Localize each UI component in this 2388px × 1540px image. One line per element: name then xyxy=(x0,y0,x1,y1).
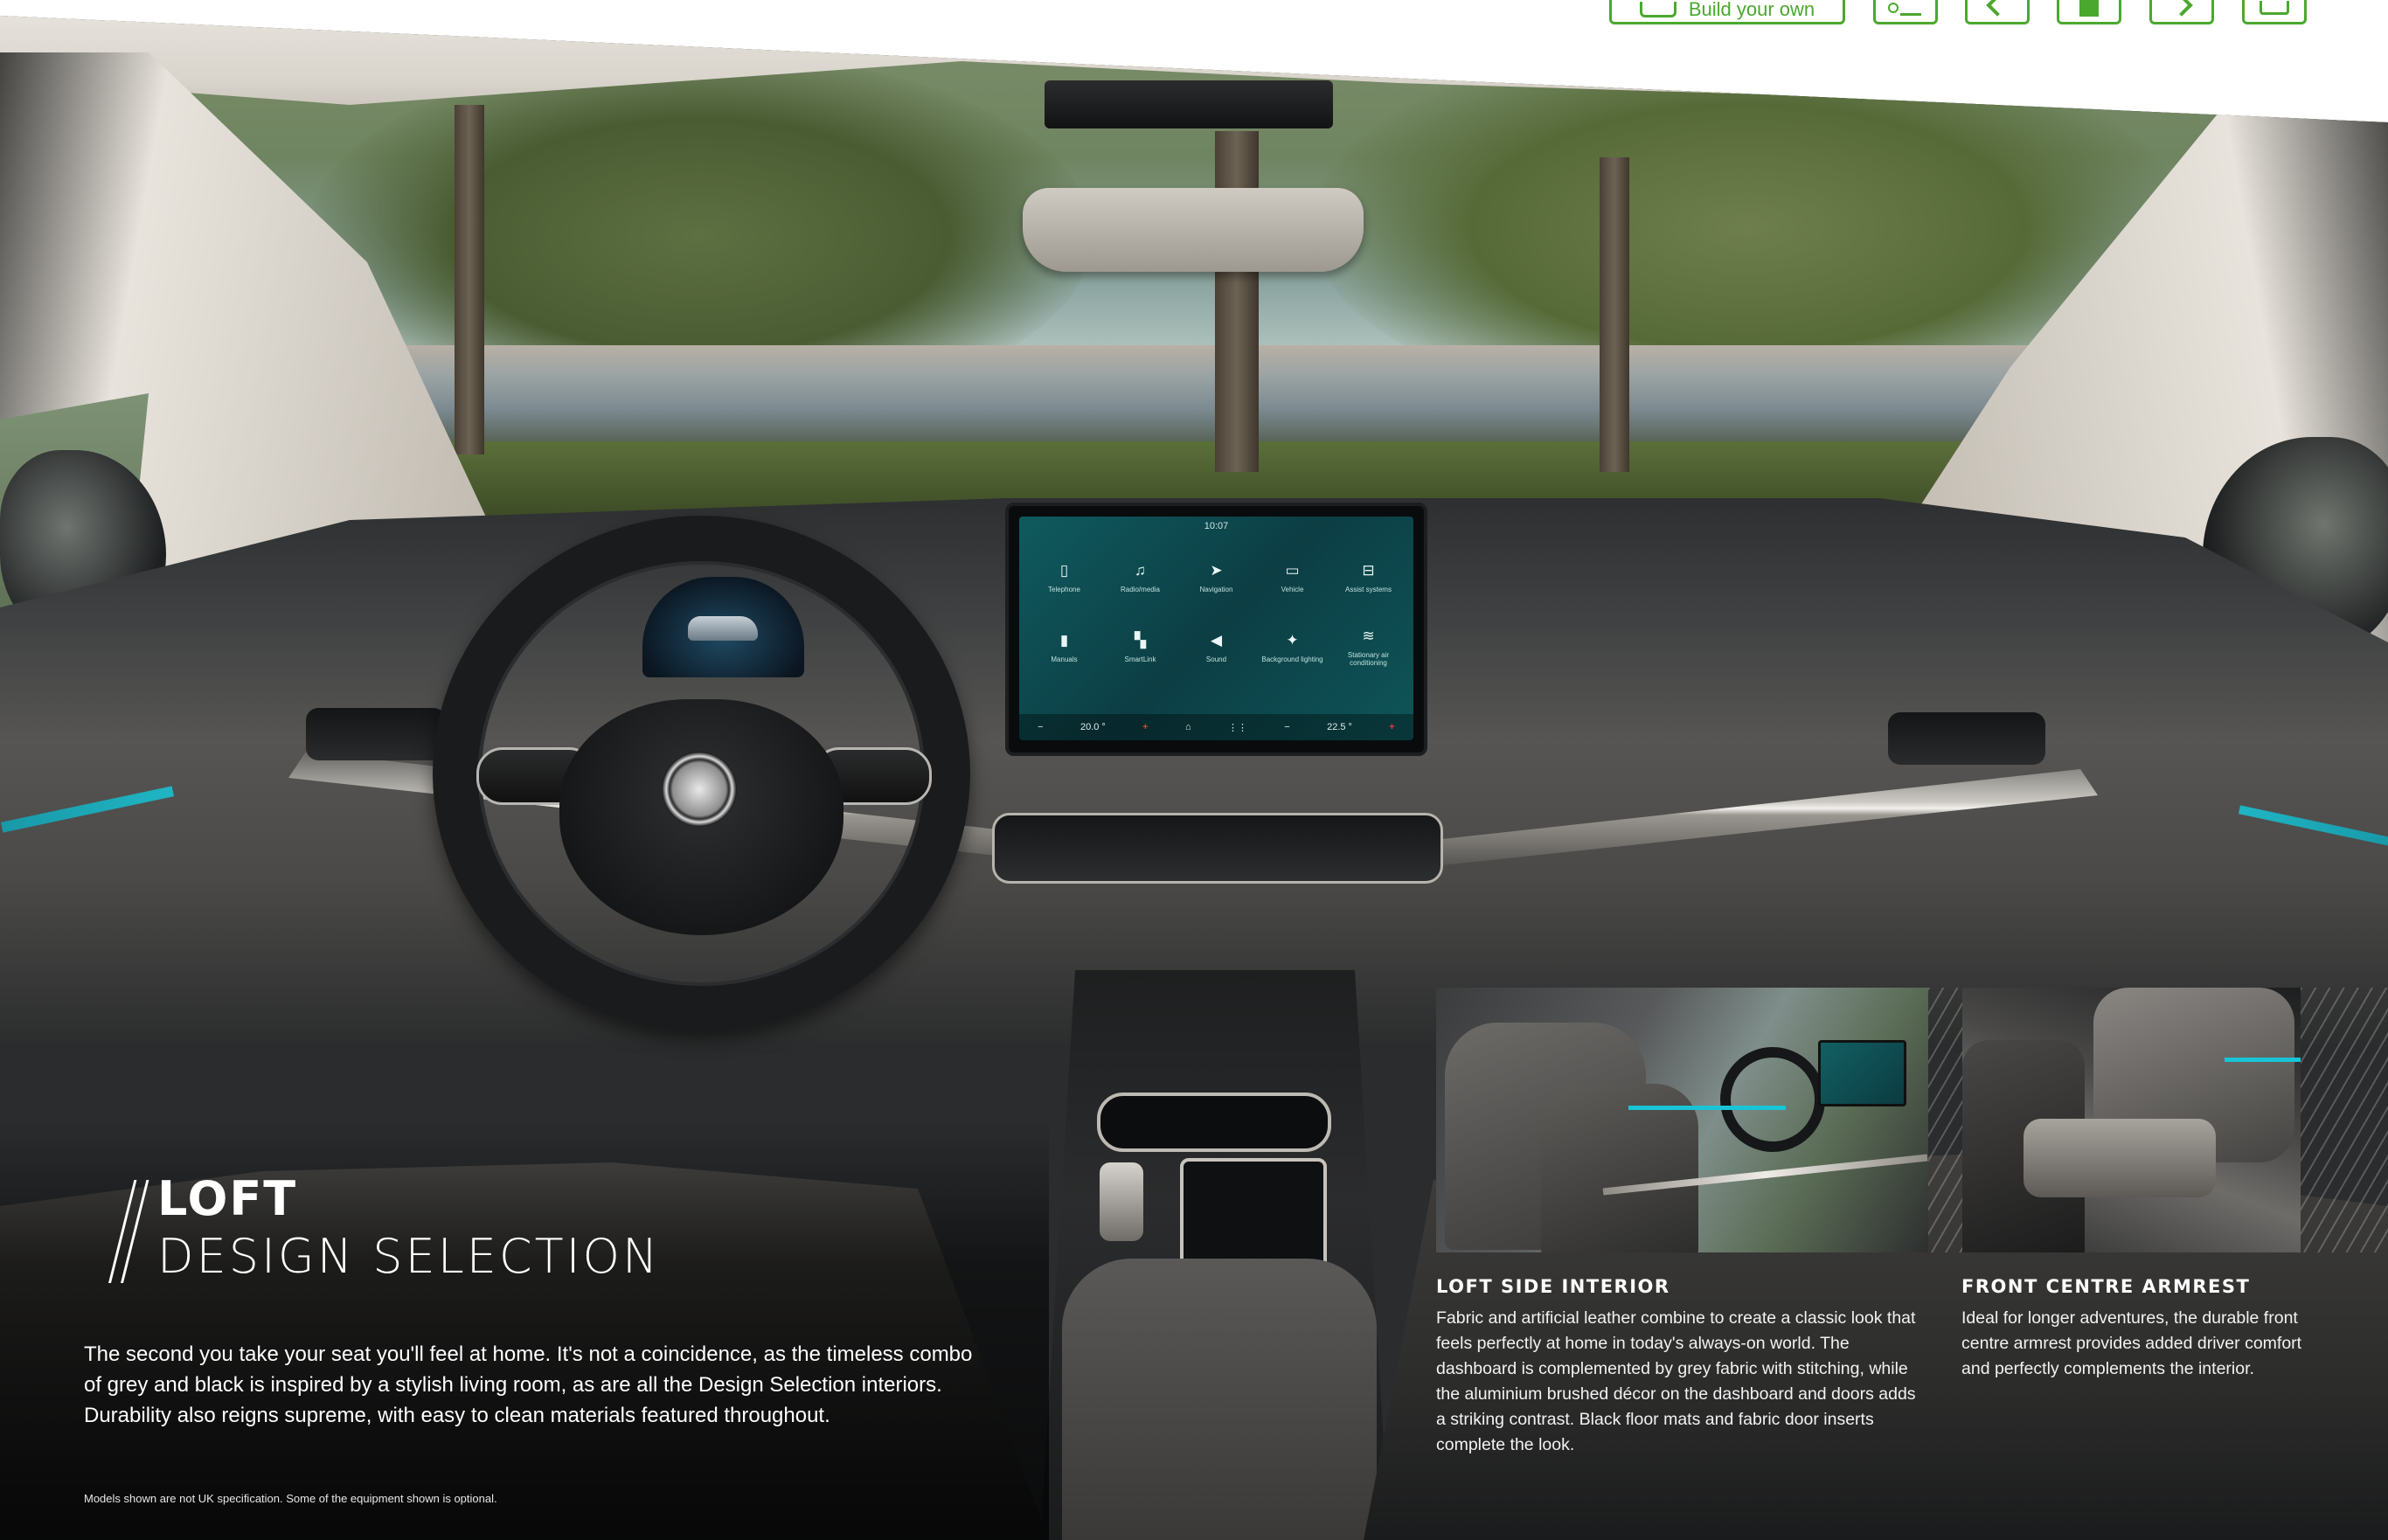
assist-icon: ⊟ xyxy=(1362,561,1375,579)
screen-tile-navigation: ➤ Navigation xyxy=(1199,561,1233,593)
air-vent-left xyxy=(306,708,446,760)
screen-menu-grid: ▯ Telephone ♫ Radio/media ➤ Navigation ▭ Veh… xyxy=(1026,543,1406,683)
ambient-light xyxy=(2225,1058,2301,1062)
temp-left: 20.0 ° xyxy=(1079,722,1106,732)
overhead-console xyxy=(1045,80,1333,128)
disclaimer: Models shown are not UK specification. S… xyxy=(84,1492,497,1505)
intro-paragraph: The second you take your seat you'll fee… xyxy=(84,1342,973,1427)
screen-tile-lighting: ✦ Background lighting xyxy=(1261,631,1323,663)
print-button[interactable] xyxy=(2242,0,2307,24)
screen-status-bar: 10:07 xyxy=(1019,517,1413,536)
climate-bar: − 20.0 ° + ⌂ ⋮⋮ − 22.5 ° + xyxy=(1019,714,1413,740)
chevron-left-icon xyxy=(1986,0,2009,17)
decorative-hatch xyxy=(2301,988,2388,1252)
air-vent-centre xyxy=(992,813,1443,884)
phone-icon: ▯ xyxy=(1059,561,1069,579)
thumbnail-side-interior xyxy=(1436,988,1928,1252)
caption-heading-side-interior: LOFT SIDE INTERIOR xyxy=(1436,1276,1670,1297)
plus-icon: + xyxy=(1389,722,1395,732)
decorative-hatch xyxy=(1928,988,1962,1252)
contents-button[interactable] xyxy=(1873,0,1938,24)
grid-icon: ⋮⋮ xyxy=(1227,722,1247,733)
screen-shape xyxy=(1818,1040,1906,1106)
minus-icon: − xyxy=(1284,722,1290,732)
cupholders xyxy=(1097,1093,1331,1152)
build-your-own-button[interactable]: Build your own xyxy=(1609,0,1845,24)
screen-tile-vehicle: ▭ Vehicle xyxy=(1281,561,1304,593)
screen-tile-assist: ⊟ Assist systems xyxy=(1345,561,1392,593)
screen-tile-sound: ◀ Sound xyxy=(1205,631,1227,663)
screen-tile-aircon: ≋ Stationary air conditioning xyxy=(1347,628,1390,668)
car-icon: ▭ xyxy=(1285,561,1300,579)
infotainment-screen: 10:07 ▯ Telephone ♫ Radio/media ➤ Navigatio… xyxy=(1005,503,1427,756)
tree-trunk xyxy=(455,105,484,454)
title-slashes-icon xyxy=(82,1180,149,1283)
screen-clock: 10:07 xyxy=(1204,521,1229,531)
steering-wheel-shape xyxy=(1720,1047,1825,1152)
air-vent-right xyxy=(1888,712,2045,765)
temp-right: 22.5 ° xyxy=(1327,722,1352,732)
screen-tile-manuals: ▮ Manuals xyxy=(1051,631,1078,663)
sound-icon: ◀ xyxy=(1210,631,1223,649)
lighting-icon: ✦ xyxy=(1286,631,1299,649)
tree-trunk xyxy=(1215,131,1259,472)
build-your-own-label: Build your own xyxy=(1688,0,1815,20)
centre-armrest xyxy=(1062,1259,1377,1540)
caption-heading-armrest: FRONT CENTRE ARMREST xyxy=(1961,1276,2251,1297)
manuals-icon: ▮ xyxy=(1059,631,1069,649)
armrest-shape xyxy=(2024,1119,2216,1197)
gear-selector xyxy=(1100,1162,1143,1241)
save-icon xyxy=(2079,0,2099,17)
tree-trunk xyxy=(1600,157,1629,472)
print-icon xyxy=(2260,0,2289,15)
aircon-icon: ≋ xyxy=(1362,628,1375,644)
chevron-right-icon xyxy=(2170,0,2193,17)
screen-tile-telephone: ▯ Telephone xyxy=(1048,561,1080,593)
thumbnail-armrest xyxy=(1962,988,2301,1252)
brand-badge-icon xyxy=(662,752,737,827)
screen-tile-radio: ♫ Radio/media xyxy=(1121,561,1160,593)
next-page-button[interactable] xyxy=(2149,0,2214,24)
save-button[interactable] xyxy=(2057,0,2121,24)
rearview-mirror xyxy=(1023,188,1364,272)
home-icon: ⌂ xyxy=(1184,722,1191,732)
caption-body-armrest: Ideal for longer adventures, the durable… xyxy=(1961,1308,2302,1378)
plus-icon: + xyxy=(1142,722,1149,732)
caption-body-side-interior: Fabric and artificial leather combine to… xyxy=(1436,1308,1916,1454)
smartlink-icon: ▚ xyxy=(1134,631,1147,649)
page-title-bold: LOFT xyxy=(157,1171,298,1226)
storage-tray xyxy=(1180,1158,1327,1270)
list-icon xyxy=(1888,1,1923,16)
car-icon xyxy=(1639,1,1676,17)
minus-icon: − xyxy=(1038,722,1044,732)
page-title-light: DESIGN SELECTION xyxy=(157,1229,661,1284)
music-icon: ♫ xyxy=(1135,561,1146,579)
ambient-light xyxy=(1628,1106,1786,1110)
screen-tile-smartlink: ▚ SmartLink xyxy=(1124,631,1156,663)
previous-page-button[interactable] xyxy=(1965,0,2030,24)
navigation-icon: ➤ xyxy=(1210,561,1223,579)
